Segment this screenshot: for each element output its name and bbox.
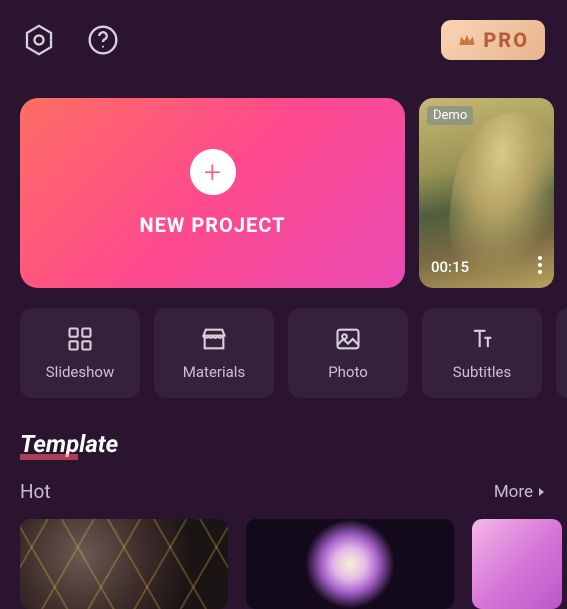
slideshow-icon [66, 325, 94, 353]
template-cards [20, 519, 547, 609]
template-card-1[interactable] [20, 519, 228, 609]
tool-label: Materials [183, 363, 245, 381]
materials-button[interactable]: Materials [154, 308, 274, 398]
tools-row: Slideshow Materials Photo Subtitles [0, 308, 567, 398]
new-project-label: NEW PROJECT [140, 213, 286, 237]
tool-label: Subtitles [453, 363, 511, 381]
text-icon [468, 325, 496, 353]
tool-overflow[interactable] [556, 308, 567, 398]
tab-hot[interactable]: Hot [20, 480, 51, 503]
more-icon[interactable] [534, 252, 546, 278]
subtitles-button[interactable]: Subtitles [422, 308, 542, 398]
plus-icon: + [190, 149, 236, 195]
photo-button[interactable]: Photo [288, 308, 408, 398]
pro-label: PRO [483, 28, 529, 52]
template-title: Template [20, 430, 118, 458]
template-tabs: Hot More [20, 480, 547, 503]
chevron-right-icon [535, 486, 547, 498]
more-link[interactable]: More [494, 482, 547, 502]
demo-duration: 00:15 [431, 258, 469, 276]
help-icon[interactable] [86, 23, 120, 57]
demo-project-card[interactable]: Demo 00:15 [419, 98, 554, 288]
more-label: More [494, 482, 533, 502]
store-icon [200, 325, 228, 353]
crown-icon [457, 30, 477, 50]
new-project-button[interactable]: + NEW PROJECT [20, 98, 405, 288]
pro-button[interactable]: PRO [441, 20, 545, 60]
settings-icon[interactable] [22, 23, 56, 57]
template-section: Template Hot More [0, 430, 567, 609]
demo-badge: Demo [427, 106, 473, 125]
photo-icon [334, 325, 362, 353]
tool-label: Photo [328, 363, 368, 381]
tool-label: Slideshow [46, 363, 114, 381]
template-card-3[interactable] [472, 519, 562, 609]
main-row: + NEW PROJECT Demo 00:15 [0, 98, 567, 288]
template-card-2[interactable] [246, 519, 454, 609]
slideshow-button[interactable]: Slideshow [20, 308, 140, 398]
header-bar: PRO [0, 0, 567, 80]
